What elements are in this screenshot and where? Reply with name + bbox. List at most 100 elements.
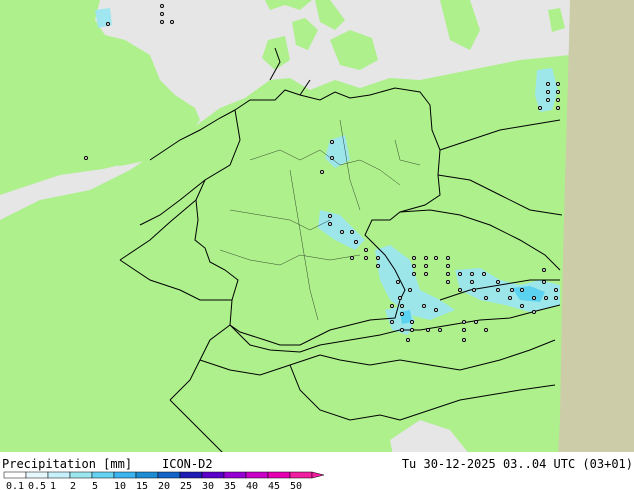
marker <box>556 98 560 102</box>
scale-label: 0.5 <box>28 481 46 490</box>
marker <box>458 272 462 276</box>
scale-swatch <box>135 471 159 479</box>
marker <box>412 264 416 268</box>
scale-swatch <box>113 471 137 479</box>
marker <box>398 296 402 300</box>
marker <box>462 320 466 324</box>
weather-map: Precipitation [mm] ICON-D2 Tu 30-12-2025… <box>0 0 634 490</box>
scale-label: 45 <box>268 481 280 490</box>
marker <box>446 272 450 276</box>
marker <box>484 296 488 300</box>
scale-label: 35 <box>224 481 236 490</box>
marker <box>484 328 488 332</box>
marker <box>458 288 462 292</box>
marker <box>446 256 450 260</box>
marker <box>84 156 88 160</box>
scale-label: 10 <box>114 481 126 490</box>
scale-swatch <box>289 471 313 479</box>
marker <box>520 288 524 292</box>
scale-swatch <box>201 471 225 479</box>
valid-time: Tu 30-12-2025 03..04 UTC (03+01) <box>402 457 633 471</box>
scale-label: 20 <box>158 481 170 490</box>
marker <box>396 280 400 284</box>
marker <box>364 248 368 252</box>
marker <box>496 280 500 284</box>
scale-label: 50 <box>290 481 302 490</box>
scale-swatch <box>179 471 203 479</box>
marker <box>470 280 474 284</box>
marker <box>438 328 442 332</box>
scale-swatch <box>223 471 247 479</box>
marker <box>328 222 332 226</box>
marker <box>412 272 416 276</box>
marker <box>434 308 438 312</box>
marker <box>462 328 466 332</box>
model-label: ICON-D2 <box>162 457 213 471</box>
scale-swatch <box>25 471 49 479</box>
marker <box>546 82 550 86</box>
marker <box>364 256 368 260</box>
marker <box>424 272 428 276</box>
marker <box>424 256 428 260</box>
color-scale <box>3 471 325 479</box>
marker <box>354 240 358 244</box>
marker <box>330 156 334 160</box>
marker <box>320 170 324 174</box>
marker <box>376 256 380 260</box>
marker <box>422 304 426 308</box>
marker <box>556 82 560 86</box>
marker <box>400 312 404 316</box>
scale-label: 25 <box>180 481 192 490</box>
marker <box>542 268 546 272</box>
marker <box>390 320 394 324</box>
marker <box>520 304 524 308</box>
marker <box>160 20 164 24</box>
marker <box>350 230 354 234</box>
marker <box>462 338 466 342</box>
marker <box>544 296 548 300</box>
scale-swatch <box>267 471 291 479</box>
marker <box>472 288 476 292</box>
marker <box>554 288 558 292</box>
marker <box>406 338 410 342</box>
marker <box>446 280 450 284</box>
scale-swatch <box>91 471 115 479</box>
marker <box>446 264 450 268</box>
marker <box>496 288 500 292</box>
marker <box>532 296 536 300</box>
marker <box>434 256 438 260</box>
scale-label: 1 <box>50 481 56 490</box>
marker <box>328 214 332 218</box>
marker <box>400 304 404 308</box>
scale-label: 0.1 <box>6 481 24 490</box>
scale-swatch <box>3 471 27 479</box>
marker <box>410 320 414 324</box>
marker <box>554 296 558 300</box>
marker <box>330 140 334 144</box>
marker <box>542 280 546 284</box>
scale-label: 5 <box>92 481 98 490</box>
scale-swatch <box>157 471 181 479</box>
marker <box>510 288 514 292</box>
precipitation-map: Precipitation [mm] ICON-D2 Tu 30-12-2025… <box>0 0 634 490</box>
scale-label: 40 <box>246 481 258 490</box>
marker <box>160 4 164 8</box>
scale-label: 30 <box>202 481 214 490</box>
marker <box>400 328 404 332</box>
marker <box>532 310 536 314</box>
marker <box>538 106 542 110</box>
marker <box>390 304 394 308</box>
marker <box>106 22 110 26</box>
marker <box>350 256 354 260</box>
scale-swatch <box>47 471 71 479</box>
scale-swatch <box>245 471 269 479</box>
marker <box>546 98 550 102</box>
marker <box>508 296 512 300</box>
marker <box>474 320 478 324</box>
marker <box>556 106 560 110</box>
scale-label: 2 <box>70 481 76 490</box>
marker <box>410 328 414 332</box>
marker <box>424 264 428 268</box>
marker <box>170 20 174 24</box>
marker <box>376 264 380 268</box>
